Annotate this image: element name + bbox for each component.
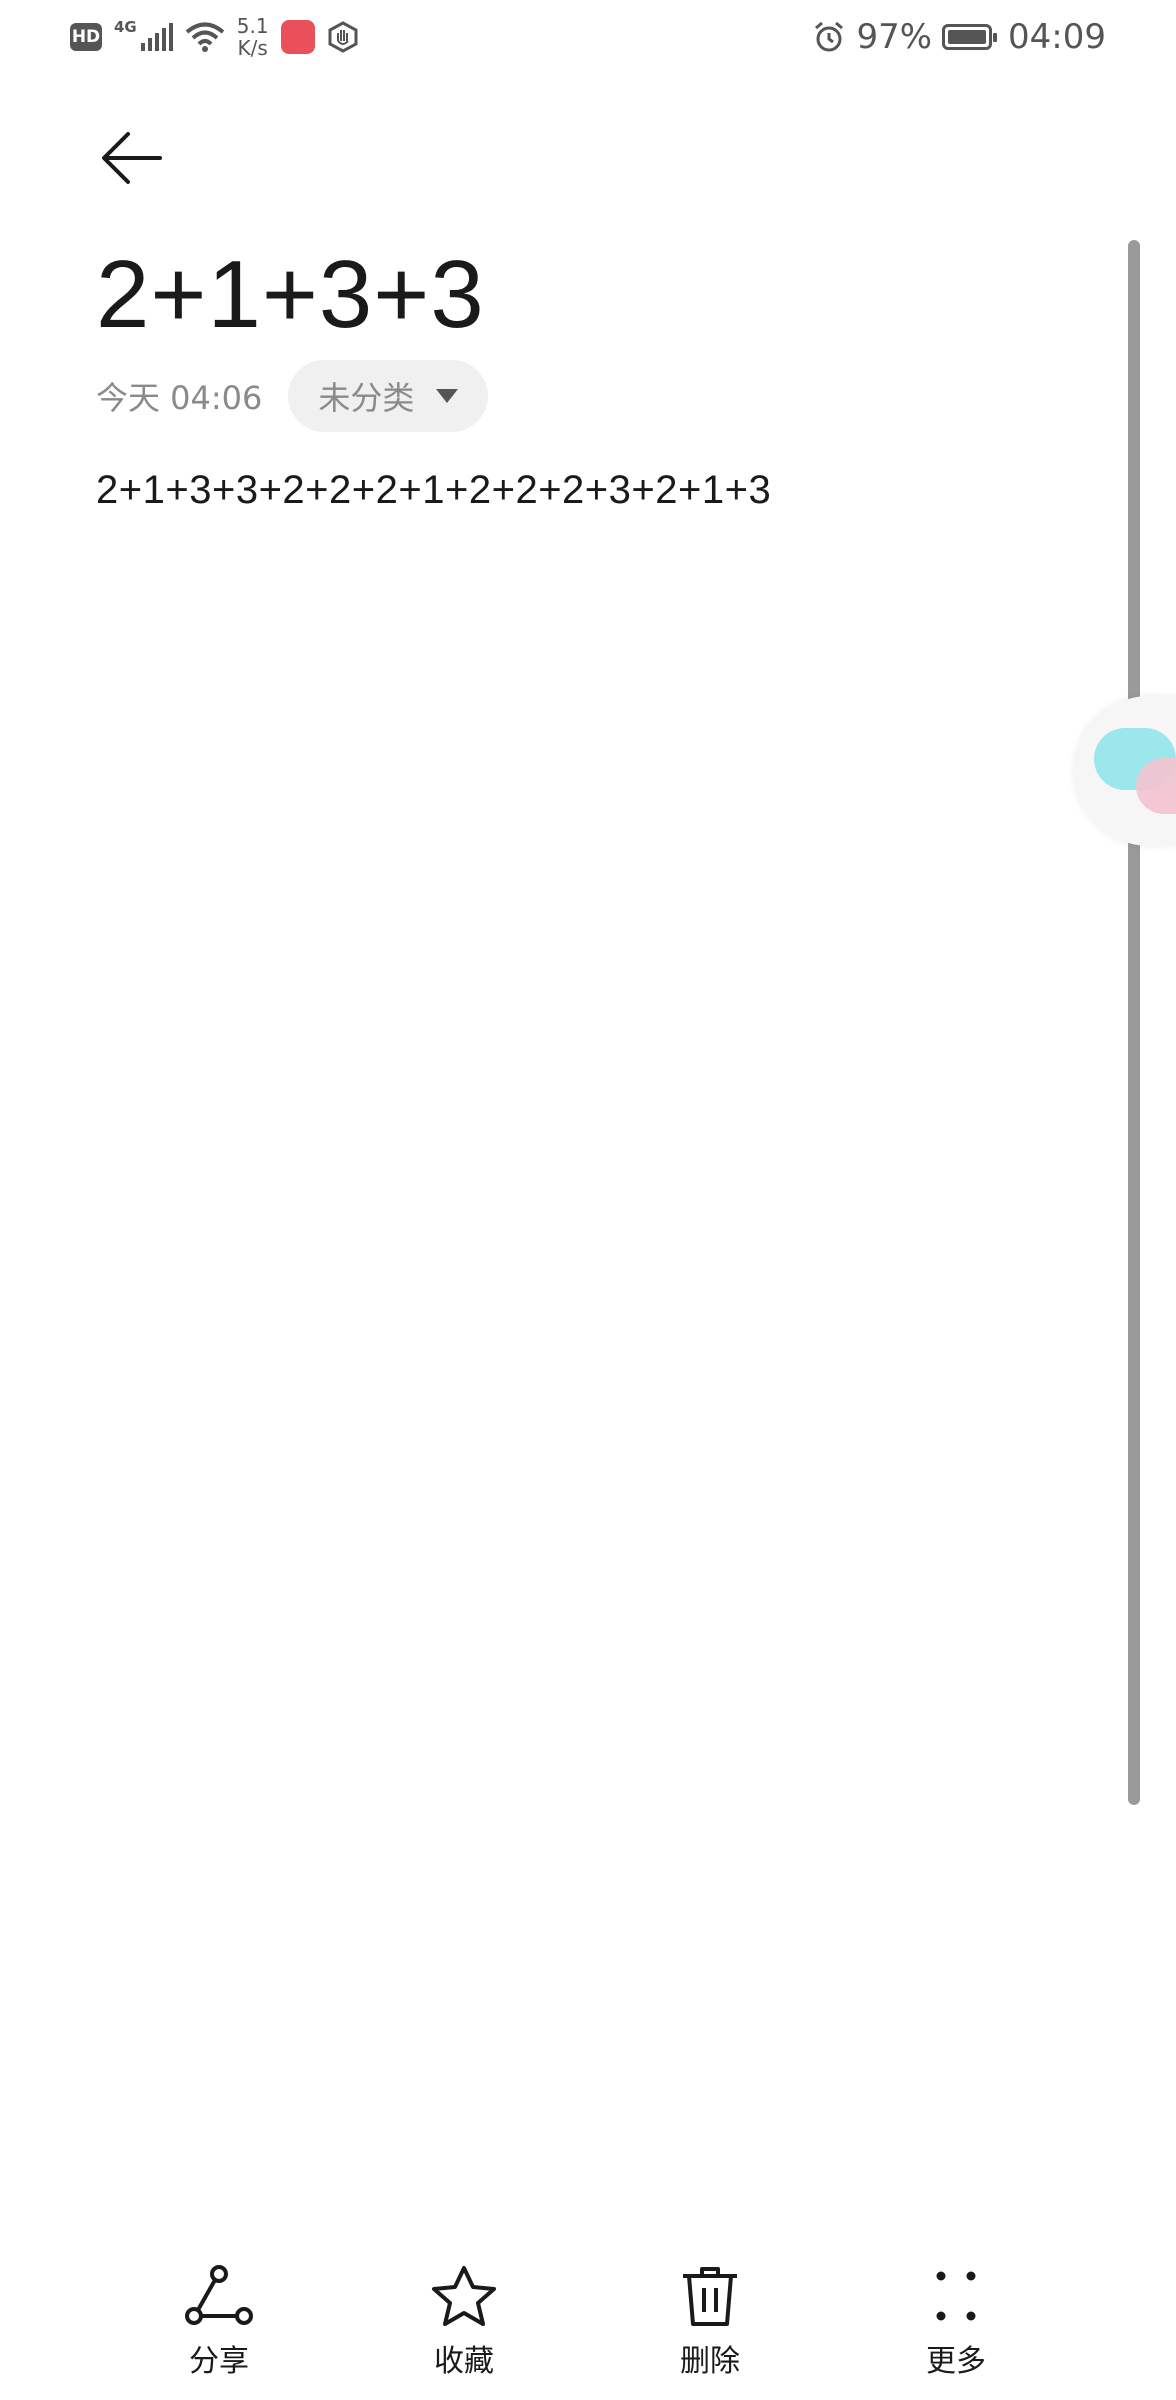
clock: 04:09 [1008, 17, 1106, 57]
speed-value: 5.1 [236, 14, 269, 38]
note-date: 今天 04:06 [96, 379, 263, 417]
category-label: 未分类 [318, 379, 415, 417]
category-dropdown[interactable]: 未分类 [288, 360, 489, 432]
status-right-group: 97% 04:09 [812, 12, 1106, 62]
status-left-group: HD 4G 5.1 K/s [70, 12, 359, 62]
share-label: 分享 [189, 2344, 249, 2379]
floating-assistant-bubble[interactable] [1074, 696, 1176, 846]
dropdown-arrow-icon [436, 389, 459, 403]
share-button[interactable]: 分享 [139, 2250, 299, 2390]
battery-icon [942, 24, 998, 50]
note-title[interactable]: 2+1+3+3 [96, 240, 485, 350]
network-type: 4G [114, 18, 137, 36]
status-bar: HD 4G 5.1 K/s 97% 04:09 [0, 0, 1176, 72]
star-icon [432, 2266, 496, 2326]
favorite-button[interactable]: 收藏 [384, 2250, 544, 2390]
favorite-label: 收藏 [434, 2344, 494, 2379]
network-speed: 5.1 K/s [237, 15, 269, 59]
signal-icon [140, 23, 173, 51]
huawei-app-icon [280, 20, 315, 54]
bottom-toolbar: 分享 收藏 删除 更多 [0, 2250, 1176, 2400]
note-meta: 今天 04:06 未分类 [96, 360, 489, 432]
alarm-icon [815, 21, 844, 52]
delete-button[interactable]: 删除 [630, 2250, 790, 2390]
note-content[interactable]: 2+1+3+3+2+2+2+1+2+2+2+3+2+1+3 [96, 468, 771, 513]
scrollbar[interactable] [1128, 240, 1140, 1805]
more-dots-icon [936, 2271, 976, 2321]
more-label: 更多 [926, 2344, 986, 2379]
back-button[interactable] [96, 122, 168, 194]
speed-unit: K/s [237, 36, 268, 60]
battery-percent: 97% [856, 17, 933, 57]
more-button[interactable]: 更多 [876, 2250, 1036, 2390]
delete-label: 删除 [680, 2344, 740, 2379]
share-icon [185, 2265, 253, 2325]
hd-badge: HD [70, 23, 102, 51]
wifi-icon [185, 22, 225, 52]
back-arrow-icon [102, 132, 162, 184]
trash-icon [683, 2267, 737, 2326]
hand-icon [328, 21, 358, 53]
